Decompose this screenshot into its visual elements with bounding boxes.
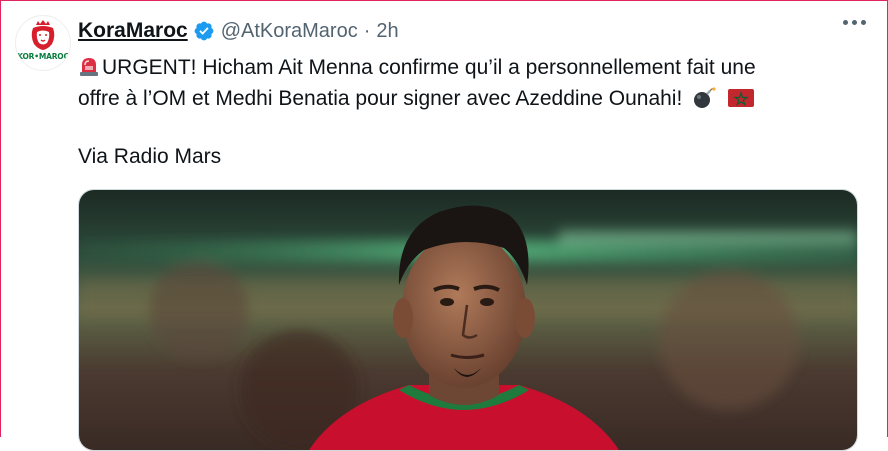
avatar-logo-text: KOR•MAROC — [17, 52, 69, 61]
tweet-text-line-1: URGENT! Hicham Ait Menna confirme qu’il … — [78, 52, 858, 83]
bomb-emoji-icon — [694, 87, 716, 108]
tweet-media-photo[interactable] — [78, 189, 858, 451]
tweet-header: KoraMaroc @AtKoraMaroc · 2h — [78, 16, 399, 46]
separator-dot: · — [363, 19, 371, 42]
rotating-light-emoji-icon — [80, 58, 98, 76]
tweet-text: URGENT! Hicham Ait Menna confirme qu’il … — [78, 52, 858, 114]
lion-crest-icon — [31, 20, 55, 50]
timestamp[interactable]: 2h — [376, 20, 398, 43]
more-dot-icon — [861, 20, 866, 25]
more-options-button[interactable] — [843, 20, 866, 25]
tweet-text-line-2: offre à l’OM et Medhi Benatia pour signe… — [78, 83, 858, 114]
verified-badge-icon[interactable] — [193, 20, 215, 42]
avatar[interactable]: KOR•MAROC — [15, 15, 71, 71]
user-handle[interactable]: @AtKoraMaroc — [221, 20, 358, 43]
tweet-text-line-1-content: URGENT! Hicham Ait Menna confirme qu’il … — [102, 56, 756, 79]
tweet-text-line-2-content: offre à l’OM et Medhi Benatia pour signe… — [78, 87, 683, 110]
display-name[interactable]: KoraMaroc — [78, 19, 188, 43]
player-photo-illustration — [79, 190, 857, 450]
more-dot-icon — [843, 20, 848, 25]
tweet-source-line: Via Radio Mars — [78, 145, 222, 168]
morocco-flag-emoji-icon — [728, 89, 754, 107]
more-dot-icon — [852, 20, 857, 25]
